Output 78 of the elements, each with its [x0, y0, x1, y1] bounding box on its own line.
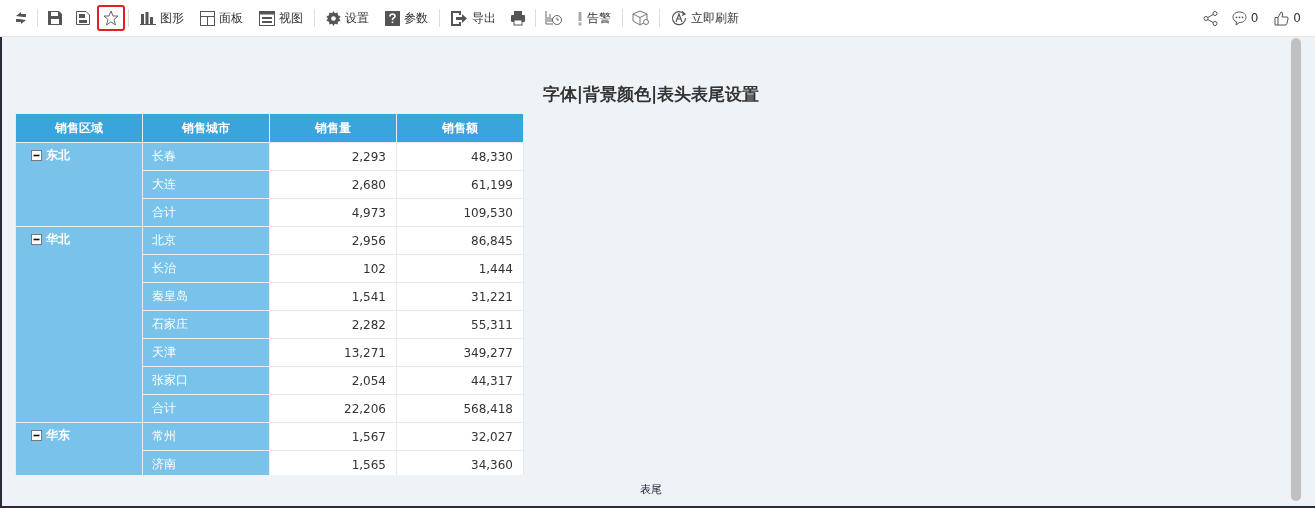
star-icon — [103, 10, 119, 26]
table-cell: 61,199 — [396, 170, 524, 199]
table-cell: 22,206 — [269, 394, 397, 423]
toolbar-button[interactable]: 告警 — [569, 5, 619, 31]
report-title: 字体|背景颜色|表头表尾设置 — [541, 83, 761, 105]
table-cell: 349,277 — [396, 338, 524, 367]
table-cell: 55,311 — [396, 310, 524, 339]
column-header: 销售城市 — [142, 113, 270, 143]
table-cell: 1,541 — [269, 282, 397, 311]
toolbar-button[interactable]: 导出 — [443, 5, 504, 31]
refresh-icon — [14, 10, 28, 26]
thumbs-up-icon — [1274, 10, 1290, 26]
toolbar-button[interactable]: 图形 — [132, 5, 192, 31]
table-cell: 44,317 — [396, 366, 524, 395]
city-cell: 济南 — [142, 450, 270, 475]
table-cell: 1,567 — [269, 422, 397, 451]
table-cell: 1,565 — [269, 450, 397, 475]
table-cell: 4,973 — [269, 198, 397, 227]
export-icon — [451, 10, 468, 26]
save-as-icon — [75, 10, 91, 26]
bar-chart-icon — [140, 11, 156, 25]
favorite-button[interactable] — [97, 5, 125, 31]
toolbar-button[interactable]: 立即刷新 — [663, 5, 747, 31]
table-cell: 2,282 — [269, 310, 397, 339]
table-cell: 2,956 — [269, 226, 397, 255]
table-cell: 1,444 — [396, 254, 524, 283]
collapse-icon[interactable] — [31, 234, 42, 245]
table-cell: 568,418 — [396, 394, 524, 423]
table-cell: 48,330 — [396, 142, 524, 171]
exclamation-icon — [577, 10, 583, 26]
table-cell: 34,360 — [396, 450, 524, 475]
table-cell: 2,293 — [269, 142, 397, 171]
table-cell: 13,271 — [269, 338, 397, 367]
like-button[interactable]: 0 — [1266, 5, 1309, 31]
settings-icon — [326, 10, 341, 26]
collapse-icon[interactable] — [31, 150, 42, 161]
city-cell: 常州 — [142, 422, 270, 451]
city-cell: 秦皇岛 — [142, 282, 270, 311]
column-header: 销售量 — [269, 113, 397, 143]
scrollbar[interactable] — [1291, 37, 1301, 502]
city-cell: 合计 — [142, 198, 270, 227]
table-cell: 86,845 — [396, 226, 524, 255]
table-cell: 2,680 — [269, 170, 397, 199]
table-cell: 109,530 — [396, 198, 524, 227]
region-label: 东北 — [46, 147, 70, 164]
city-cell: 长春 — [142, 142, 270, 171]
table-cell: 102 — [269, 254, 397, 283]
share-icon — [1202, 10, 1218, 26]
refresh-letter-icon — [671, 10, 687, 26]
printer-icon — [510, 10, 526, 26]
table-cell: 32,027 — [396, 422, 524, 451]
comment-button[interactable]: 0 — [1223, 5, 1267, 31]
city-cell: 天津 — [142, 338, 270, 367]
report-footer: 表尾 — [15, 482, 1287, 497]
view-icon — [259, 10, 275, 26]
toolbar-button[interactable]: 设置 — [318, 5, 377, 31]
panel-layout-icon — [200, 10, 215, 26]
city-cell: 石家庄 — [142, 310, 270, 339]
city-cell: 大连 — [142, 170, 270, 199]
region-label: 华北 — [46, 231, 70, 248]
cube-icon — [632, 10, 650, 26]
help-icon — [385, 10, 400, 26]
collapse-icon[interactable] — [31, 430, 42, 441]
toolbar-button[interactable]: 参数 — [377, 5, 436, 31]
save-icon — [47, 10, 63, 26]
region-label: 华东 — [46, 427, 70, 444]
toolbar-button[interactable]: 面板 — [192, 5, 251, 31]
city-cell: 合计 — [142, 394, 270, 423]
chart-clock-icon — [545, 10, 563, 26]
comment-icon — [1231, 10, 1247, 26]
city-cell: 长治 — [142, 254, 270, 283]
table-cell: 31,221 — [396, 282, 524, 311]
toolbar-button[interactable]: 视图 — [251, 5, 311, 31]
table-cell: 2,054 — [269, 366, 397, 395]
city-cell: 北京 — [142, 226, 270, 255]
column-header: 销售额 — [396, 113, 524, 143]
city-cell: 张家口 — [142, 366, 270, 395]
column-header: 销售区域 — [15, 113, 143, 143]
